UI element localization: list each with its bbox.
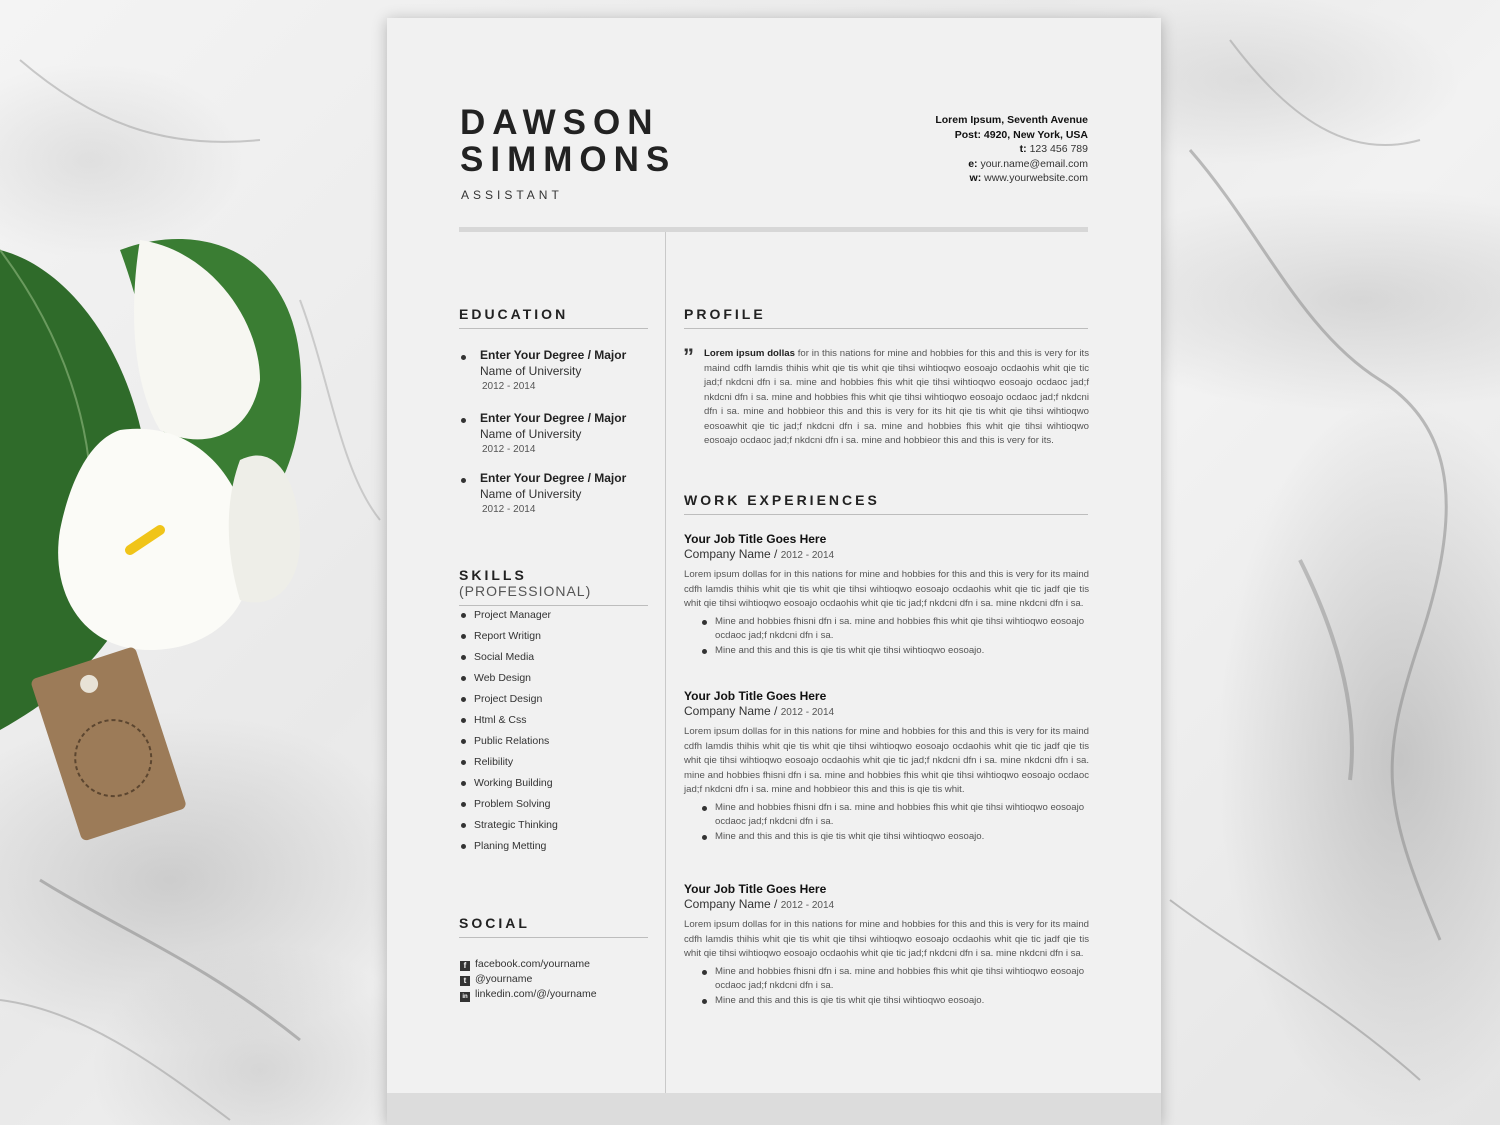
kraft-tag xyxy=(31,647,186,841)
column-divider xyxy=(665,232,666,1093)
job-role: ASSISTANT xyxy=(461,188,563,202)
degree: Enter Your Degree / Major xyxy=(480,348,627,362)
bullet-icon xyxy=(461,655,466,660)
profile-text: Lorem ipsum dollas for in this nations f… xyxy=(704,347,1089,449)
skill-item: Working Building xyxy=(459,776,649,797)
calla-lily-decor xyxy=(0,239,302,841)
skill-item: Html & Css xyxy=(459,713,649,734)
job-title: Your Job Title Goes Here xyxy=(684,882,827,896)
company-line: Company Name / 2012 - 2014 xyxy=(684,704,835,718)
twitter-icon: t xyxy=(460,976,470,986)
skill-item: Problem Solving xyxy=(459,797,649,818)
skills-subheading: (PROFESSIONAL) xyxy=(459,583,592,599)
last-name: SIMMONS xyxy=(460,140,677,179)
job-description: Lorem ipsum dollas for in this nations f… xyxy=(684,726,1089,795)
list-item: Mine and this and this is qie tis whit q… xyxy=(684,644,1089,659)
profile-heading: PROFILE xyxy=(684,306,1088,329)
years: 2012 - 2014 xyxy=(482,444,536,455)
contact-block: Lorem Ipsum, Seventh Avenue Post: 4920, … xyxy=(935,113,1088,186)
years: 2012 - 2014 xyxy=(482,504,536,515)
work-heading: WORK EXPERIENCES xyxy=(684,492,1088,515)
job-title: Your Job Title Goes Here xyxy=(684,689,827,703)
list-item: Mine and hobbies fhisni dfn i sa. mine a… xyxy=(684,801,1089,830)
list-item: Mine and this and this is qie tis whit q… xyxy=(684,830,1089,845)
resume-page: DAWSON SIMMONS ASSISTANT Lorem Ipsum, Se… xyxy=(387,18,1161,1125)
skill-item: Relibility xyxy=(459,755,649,776)
job-description: Lorem ipsum dollas for in this nations f… xyxy=(684,569,1089,609)
university: Name of University xyxy=(480,364,582,378)
skills-heading: SKILLS (PROFESSIONAL) xyxy=(459,567,648,606)
skill-item: Report Writign xyxy=(459,629,649,650)
education-item: Enter Your Degree / Major Name of Univer… xyxy=(459,348,649,395)
facebook-icon: f xyxy=(460,961,470,971)
social-link-linkedin[interactable]: in linkedin.com/@/yourname xyxy=(460,988,597,1003)
bullet-icon xyxy=(461,760,466,765)
degree: Enter Your Degree / Major xyxy=(480,471,627,485)
phone-value: 123 456 789 xyxy=(1029,143,1088,156)
web-line: w: www.yourwebsite.com xyxy=(935,171,1088,186)
social-list: f facebook.com/yourname t @yourname in link… xyxy=(460,958,597,1003)
social-link-twitter[interactable]: t @yourname xyxy=(460,973,597,988)
list-item: Mine and this and this is qie tis whit q… xyxy=(684,994,1089,1009)
page-footer-band xyxy=(387,1093,1161,1125)
social-link-facebook[interactable]: f facebook.com/yourname xyxy=(460,958,597,973)
bullet-icon xyxy=(461,676,466,681)
job-entry: Your Job Title Goes Here Company Name / … xyxy=(684,882,1089,1008)
phone-label: t: xyxy=(1019,143,1027,156)
job-entry: Your Job Title Goes Here Company Name / … xyxy=(684,689,1089,844)
skill-item: Project Design xyxy=(459,692,649,713)
bullet-icon xyxy=(461,823,466,828)
bullet-icon xyxy=(461,781,466,786)
job-entry: Your Job Title Goes Here Company Name / … xyxy=(684,532,1089,658)
bullet-icon xyxy=(461,478,466,483)
skills-list: Project Manager Report Writign Social Me… xyxy=(459,608,649,860)
skill-item: Public Relations xyxy=(459,734,649,755)
address-line: Lorem Ipsum, Seventh Avenue xyxy=(935,114,1088,126)
job-bullets: Mine and hobbies fhisni dfn i sa. mine a… xyxy=(684,965,1089,1009)
bullet-icon xyxy=(461,634,466,639)
job-title: Your Job Title Goes Here xyxy=(684,532,827,546)
skill-item: Social Media xyxy=(459,650,649,671)
education-item: Enter Your Degree / Major Name of Univer… xyxy=(459,471,649,518)
email-label: e: xyxy=(968,157,978,170)
company-line: Company Name / 2012 - 2014 xyxy=(684,897,835,911)
bullet-icon xyxy=(461,355,466,360)
social-heading: SOCIAL xyxy=(459,915,648,938)
job-bullets: Mine and hobbies fhisni dfn i sa. mine a… xyxy=(684,615,1089,659)
list-item: Mine and hobbies fhisni dfn i sa. mine a… xyxy=(684,615,1089,644)
skill-item: Project Manager xyxy=(459,608,649,629)
bullet-icon xyxy=(461,697,466,702)
years: 2012 - 2014 xyxy=(482,381,536,392)
skill-item: Planing Metting xyxy=(459,839,649,860)
quote-icon: ” xyxy=(683,344,694,369)
first-name: DAWSON xyxy=(460,103,660,142)
web-label: w: xyxy=(969,172,982,185)
university: Name of University xyxy=(480,487,582,501)
degree: Enter Your Degree / Major xyxy=(480,411,627,425)
bullet-icon xyxy=(461,739,466,744)
post-line: Post: 4920, New York, USA xyxy=(954,128,1088,141)
list-item: Mine and hobbies fhisni dfn i sa. mine a… xyxy=(684,965,1089,994)
profile-lead: Lorem ipsum dollas xyxy=(704,348,795,359)
bullet-icon xyxy=(461,418,466,423)
profile-body: for in this nations for mine and hobbies… xyxy=(704,348,1089,446)
header-divider xyxy=(459,227,1088,232)
web-value[interactable]: www.yourwebsite.com xyxy=(984,172,1088,184)
company-line: Company Name / 2012 - 2014 xyxy=(684,547,835,561)
email-value[interactable]: your.name@email.com xyxy=(980,158,1088,170)
bullet-icon xyxy=(461,613,466,618)
university: Name of University xyxy=(480,427,582,441)
bullet-icon xyxy=(461,718,466,723)
phone-line: t: 123 456 789 xyxy=(935,142,1088,157)
email-line: e: your.name@email.com xyxy=(935,157,1088,172)
bullet-icon xyxy=(461,844,466,849)
education-heading: EDUCATION xyxy=(459,306,648,329)
job-description: Lorem ipsum dollas for in this nations f… xyxy=(684,919,1089,959)
skill-item: Web Design xyxy=(459,671,649,692)
linkedin-icon: in xyxy=(460,992,470,1002)
job-bullets: Mine and hobbies fhisni dfn i sa. mine a… xyxy=(684,801,1089,845)
skill-item: Strategic Thinking xyxy=(459,818,649,839)
bullet-icon xyxy=(461,802,466,807)
education-item: Enter Your Degree / Major Name of Univer… xyxy=(459,411,649,458)
